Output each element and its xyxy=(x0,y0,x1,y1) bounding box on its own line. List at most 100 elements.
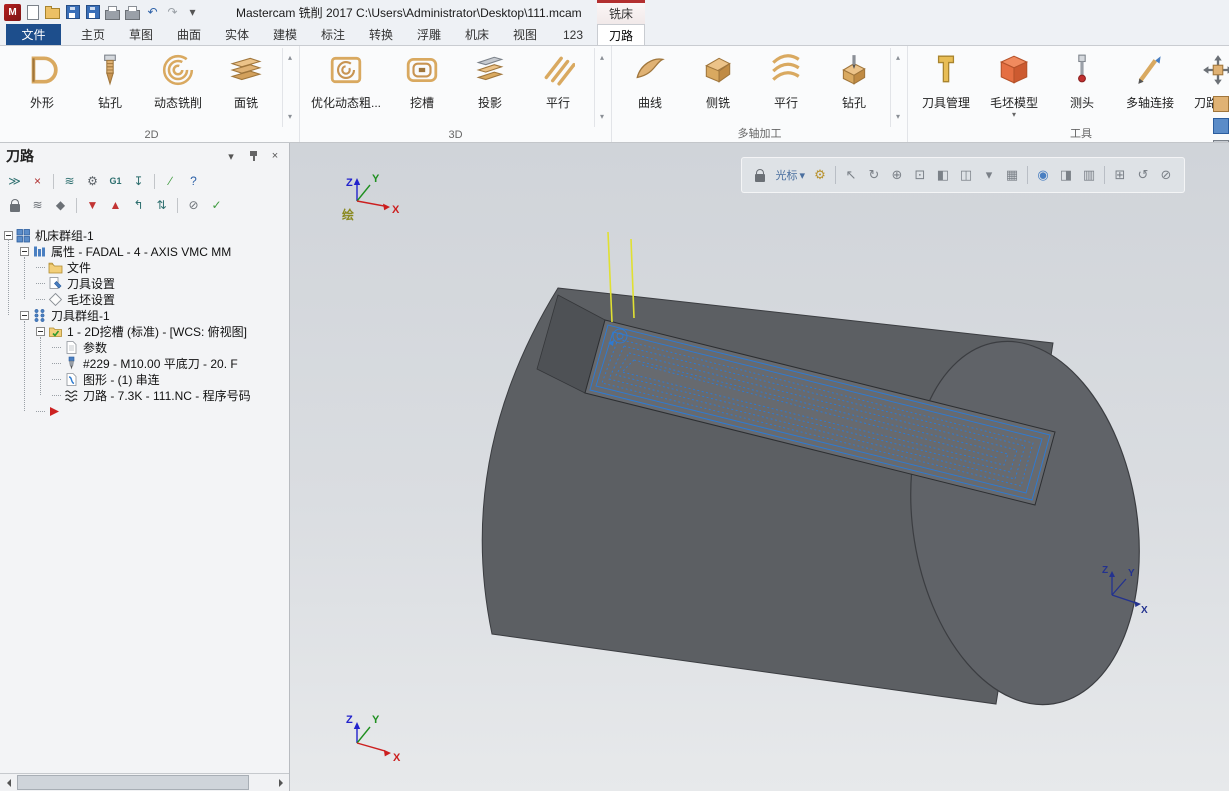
face-mill-button[interactable]: 面铣 xyxy=(212,48,280,111)
tab-9[interactable]: 视图 xyxy=(501,24,549,45)
zoom-window-button[interactable]: ⊡ xyxy=(909,163,931,187)
save-button[interactable] xyxy=(64,3,81,21)
help-button[interactable]: ? xyxy=(183,171,204,192)
pan-button[interactable]: ⊕ xyxy=(886,163,908,187)
tree-expander-icon[interactable] xyxy=(36,326,45,336)
translucency-button[interactable]: ▥ xyxy=(1078,163,1100,187)
gallery-down-icon[interactable]: ▾ xyxy=(600,113,604,121)
tree-item-properties[interactable]: 属性 - FADAL - 4 - AXIS VMC MM xyxy=(0,243,289,259)
tool-manager-button[interactable]: 刀具管理 xyxy=(912,48,980,111)
tree-item-machine-group[interactable]: 机床群组-1 xyxy=(0,227,289,243)
tab-5[interactable]: 标注 xyxy=(309,24,357,45)
select-pointer-button[interactable]: ↖ xyxy=(840,163,862,187)
tab-7[interactable]: 浮雕 xyxy=(405,24,453,45)
section-view-button[interactable]: ◨ xyxy=(1055,163,1077,187)
curve-5axis-button[interactable]: 曲线 xyxy=(616,48,684,111)
tree-item-insert-position[interactable] xyxy=(0,403,289,419)
multiaxis-link-button[interactable]: 多轴连接 xyxy=(1116,48,1184,111)
parallel-button[interactable]: 平行 xyxy=(524,48,592,111)
multiaxis-parallel-button[interactable]: 平行 xyxy=(752,48,820,111)
app-logo-icon[interactable]: M xyxy=(4,3,21,21)
tab-3[interactable]: 实体 xyxy=(213,24,261,45)
multiaxis-drill-button[interactable]: 钻孔 xyxy=(820,48,888,111)
grid-button[interactable]: ▦ xyxy=(1001,163,1023,187)
context-tab-mill[interactable]: 铣床 xyxy=(597,0,645,24)
gnomon-settings-button[interactable]: ⚙ xyxy=(809,163,831,187)
cursor-mode-button[interactable]: 光标 ▾ xyxy=(772,167,808,183)
pocket-button[interactable]: 挖槽 xyxy=(388,48,456,111)
verify-button[interactable]: ↧ xyxy=(128,171,149,192)
swarf-mill-button[interactable]: 侧铣 xyxy=(684,48,752,111)
tree-expander-icon[interactable] xyxy=(20,310,29,320)
contour-button[interactable]: 外形 xyxy=(8,48,76,111)
dynamic-mill-button[interactable]: 动态铣削 xyxy=(144,48,212,111)
shading-button[interactable]: ◉ xyxy=(1032,163,1054,187)
viewsheet-button[interactable]: ⊞ xyxy=(1109,163,1131,187)
scrollbar-thumb[interactable] xyxy=(17,775,249,790)
scrollbar-track[interactable] xyxy=(17,775,272,790)
tab-2[interactable]: 曲面 xyxy=(165,24,213,45)
scroll-insert-button[interactable]: ⇅ xyxy=(151,195,172,216)
view-front-button[interactable]: ◧ xyxy=(932,163,954,187)
tab-8[interactable]: 机床 xyxy=(453,24,501,45)
opti-rough-button[interactable]: 优化动态粗... xyxy=(304,48,388,111)
panel-horizontal-scrollbar[interactable] xyxy=(0,773,289,791)
backplot-g1-button[interactable]: G1 xyxy=(105,171,126,192)
probe-button[interactable]: 测头 xyxy=(1048,48,1116,111)
tree-item-toolpath-data[interactable]: 刀路 - 7.3K - 111.NC - 程序号码 xyxy=(0,387,289,403)
clipped-button-icon[interactable] xyxy=(1213,96,1229,112)
gallery-down-icon[interactable]: ▾ xyxy=(896,113,900,121)
move-insert-down-button[interactable]: ▼ xyxy=(82,195,103,216)
undo-button[interactable]: ↶ xyxy=(144,3,161,21)
scroll-right-arrow[interactable] xyxy=(272,774,289,791)
move-insert-up-button[interactable]: ▲ xyxy=(105,195,126,216)
insert-arrow-up-button[interactable]: ↰ xyxy=(128,195,149,216)
new-file-button[interactable] xyxy=(24,3,41,21)
tree-expander-icon[interactable] xyxy=(20,246,29,256)
tree-item-toolpath-group[interactable]: 刀具群组-1 xyxy=(0,307,289,323)
tree-item-stock-setup[interactable]: 毛坯设置 xyxy=(0,291,289,307)
blank-button[interactable]: ⊘ xyxy=(1155,163,1177,187)
redo-button[interactable]: ↷ xyxy=(164,3,181,21)
customize-quick-access-button[interactable]: ▾ xyxy=(184,3,201,21)
regenerate-all-button[interactable]: ⚙ xyxy=(82,171,103,192)
save-as-button[interactable] xyxy=(84,3,101,21)
gallery-down-icon[interactable]: ▾ xyxy=(288,113,292,121)
toggle-post-button[interactable]: ◆ xyxy=(50,195,71,216)
scroll-left-arrow[interactable] xyxy=(0,774,17,791)
tab-10[interactable]: 123 xyxy=(549,24,597,45)
gallery-up-icon[interactable]: ▴ xyxy=(896,54,900,62)
project-button[interactable]: 投影 xyxy=(456,48,524,111)
tab-4[interactable]: 建模 xyxy=(261,24,309,45)
advanced-display-button[interactable]: ✓ xyxy=(206,195,227,216)
tree-item-parameters[interactable]: 参数 xyxy=(0,339,289,355)
edit-operation-button[interactable]: ∕ xyxy=(160,171,181,192)
tab-11[interactable]: 刀路 xyxy=(597,24,645,45)
lock-view-button[interactable] xyxy=(749,163,771,187)
tree-item-geometry[interactable]: 图形 - (1) 串连 xyxy=(0,371,289,387)
gallery-up-icon[interactable]: ▴ xyxy=(600,54,604,62)
drill-button[interactable]: 钻孔 xyxy=(76,48,144,111)
views-dropdown-button[interactable]: ▾ xyxy=(978,163,1000,187)
tree-item-files[interactable]: 文件 xyxy=(0,259,289,275)
stock-model-button[interactable]: 毛坯模型 ▾ xyxy=(980,48,1048,119)
regenerate-selected-button[interactable]: ≋ xyxy=(59,171,80,192)
print-preview-button[interactable] xyxy=(124,3,141,21)
tab-6[interactable]: 转换 xyxy=(357,24,405,45)
clipped-button-icon[interactable] xyxy=(1213,118,1229,134)
only-display-selected-button[interactable]: ⊘ xyxy=(183,195,204,216)
graphics-viewport[interactable]: Z Y X 绘 Z Y X Z Y X 光标 ▾ ⚙ ↖ ↻ ⊕ ⊡ ◧ ◫ ▾ ▦ ◉ ◨ xyxy=(290,143,1229,791)
tab-0[interactable]: 主页 xyxy=(69,24,117,45)
tree-item-tool-settings[interactable]: 刀具设置 xyxy=(0,275,289,291)
view-isometric-button[interactable]: ◫ xyxy=(955,163,977,187)
open-file-button[interactable] xyxy=(44,3,61,21)
lock-operations-button[interactable] xyxy=(4,195,25,216)
print-button[interactable] xyxy=(104,3,121,21)
refresh-button[interactable]: ↺ xyxy=(1132,163,1154,187)
select-all-operations-button[interactable]: ≫ xyxy=(4,171,25,192)
select-none-button[interactable]: × xyxy=(27,171,48,192)
tab-file[interactable]: 文件 xyxy=(6,24,61,45)
gallery-up-icon[interactable]: ▴ xyxy=(288,54,292,62)
dynamic-rotate-button[interactable]: ↻ xyxy=(863,163,885,187)
tab-1[interactable]: 草图 xyxy=(117,24,165,45)
